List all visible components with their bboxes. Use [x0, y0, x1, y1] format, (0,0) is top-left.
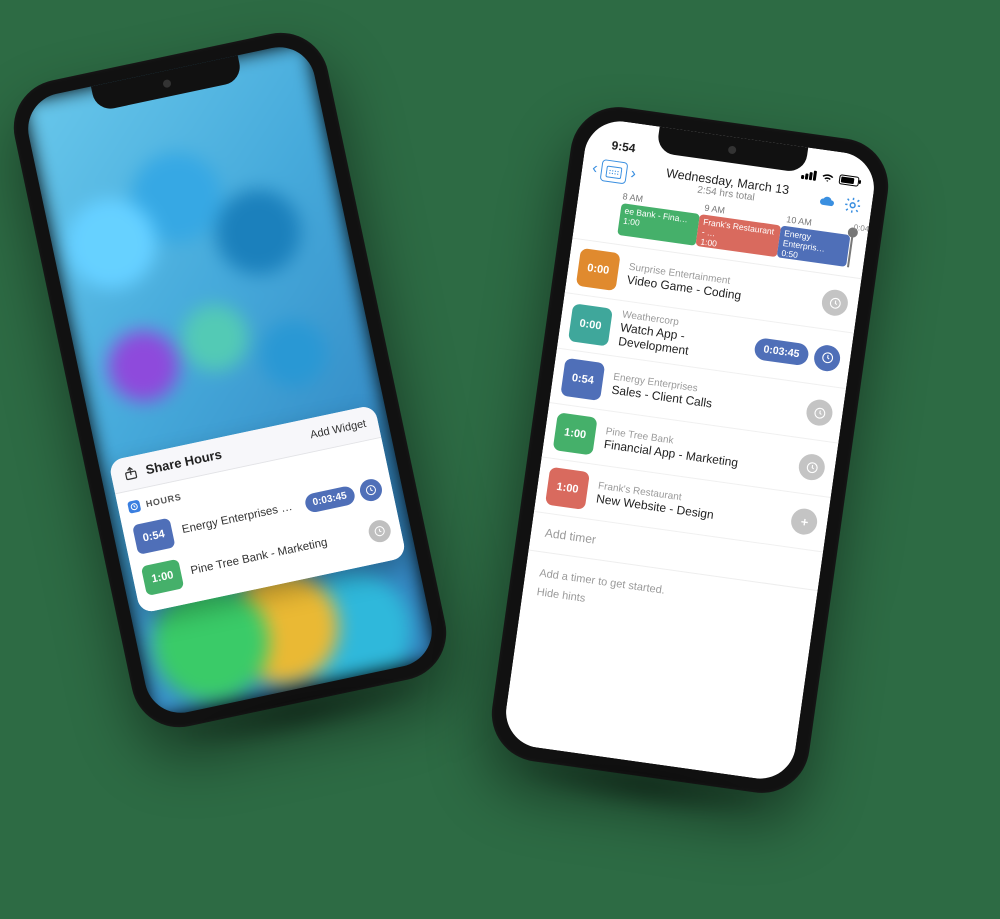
running-elapsed-pill: 0:03:45	[753, 337, 810, 366]
settings-gear-icon[interactable]	[843, 195, 863, 215]
timer-duration-chip: 0:00	[576, 248, 621, 291]
screen-left: Share Hours Add Widget HOURS 0:54 Energy…	[21, 41, 438, 720]
timer-duration-chip: 0:00	[568, 303, 613, 346]
add-entry-button[interactable]	[789, 507, 818, 536]
home-screen-blur-bg	[21, 41, 438, 720]
start-timer-button[interactable]	[797, 452, 826, 481]
clock-icon[interactable]	[367, 518, 393, 544]
phone-frame-right: 9:54 ‹ › Wednesday, March 13	[486, 101, 895, 799]
share-icon	[122, 464, 140, 482]
hours-app-icon	[127, 500, 141, 514]
phone-frame-left: Share Hours Add Widget HOURS 0:54 Energy…	[5, 24, 455, 736]
widget-duration-chip: 0:54	[132, 518, 175, 555]
timer-duration-chip: 1:00	[545, 467, 590, 510]
battery-icon	[838, 174, 859, 187]
signal-icon	[801, 169, 817, 181]
share-sheet-title: Share Hours	[144, 447, 223, 478]
add-widget-button[interactable]: Add Widget	[309, 417, 367, 441]
clock-icon[interactable]	[358, 477, 384, 503]
stop-timer-button[interactable]	[812, 343, 841, 372]
widget-app-label: HOURS	[145, 492, 182, 509]
chevron-left-icon[interactable]: ‹	[591, 159, 599, 178]
start-timer-button[interactable]	[805, 398, 834, 427]
cloud-sync-icon[interactable]	[817, 193, 837, 208]
calendar-button[interactable]	[600, 159, 628, 184]
screen-right: 9:54 ‹ › Wednesday, March 13	[501, 117, 878, 783]
hours-app-screen: 9:54 ‹ › Wednesday, March 13	[501, 117, 878, 783]
widget-duration-chip: 1:00	[141, 559, 184, 596]
timer-duration-chip: 1:00	[553, 412, 598, 455]
timer-duration-chip: 0:54	[560, 358, 605, 401]
timer-list: 0:00 Surprise Entertainment Video Game -…	[501, 239, 861, 784]
start-timer-button[interactable]	[820, 288, 849, 317]
widget-running-elapsed: 0:03:45	[303, 484, 356, 513]
wifi-icon	[821, 172, 835, 184]
